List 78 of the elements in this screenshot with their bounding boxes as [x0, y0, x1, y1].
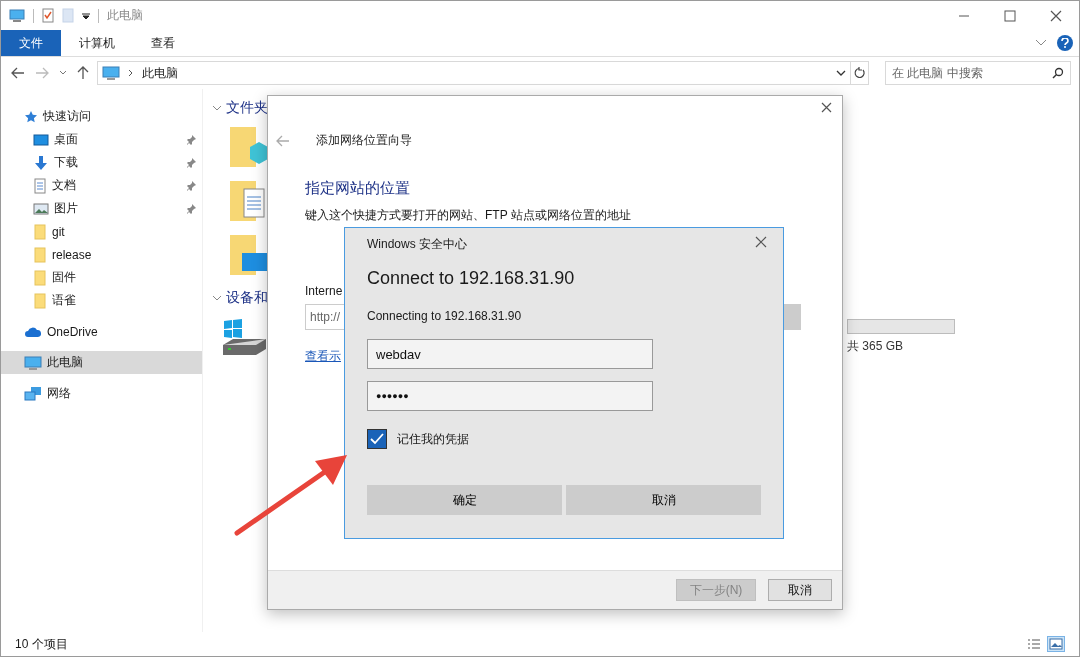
- folder-icon: [33, 223, 47, 240]
- address-path[interactable]: 此电脑: [142, 64, 178, 82]
- sidebar-item[interactable]: 桌面: [1, 128, 202, 151]
- desktop-folder-icon[interactable]: [228, 233, 268, 277]
- sidebar-item[interactable]: 快速访问: [1, 105, 202, 128]
- connection-message: Connecting to 192.168.31.90: [367, 309, 523, 323]
- search-icon[interactable]: [1052, 67, 1064, 79]
- computer-icon: [102, 65, 120, 81]
- tiles-view-button[interactable]: [1047, 636, 1065, 652]
- pin-icon[interactable]: [186, 180, 196, 191]
- sidebar-item[interactable]: 网络: [1, 382, 202, 405]
- refresh-icon[interactable]: [853, 67, 866, 79]
- ribbon-tab[interactable]: 查看: [133, 30, 193, 56]
- cloud-icon: [24, 325, 42, 338]
- username-field[interactable]: webdav: [367, 339, 653, 369]
- close-icon[interactable]: [1050, 9, 1062, 22]
- password-field[interactable]: ●●●●●●: [367, 381, 653, 411]
- dropdown-icon[interactable]: [836, 69, 846, 77]
- section-title[interactable]: 文件夹: [226, 99, 268, 117]
- sidebar-item[interactable]: 下载: [1, 151, 202, 174]
- pin-icon[interactable]: [186, 203, 196, 214]
- folder-icon: [33, 246, 47, 263]
- address-bar[interactable]: 此电脑: [97, 61, 851, 85]
- pin-icon[interactable]: [186, 157, 196, 168]
- sidebar-item[interactable]: 语雀: [1, 289, 202, 312]
- help-icon[interactable]: [1057, 35, 1073, 51]
- folder-icon: [33, 269, 47, 286]
- cancel-button[interactable]: 取消: [566, 485, 761, 515]
- details-view-button[interactable]: [1025, 636, 1043, 652]
- search-field[interactable]: 在 此电脑 中搜索: [885, 61, 1071, 85]
- instruction-text: 键入这个快捷方式要打开的网站、FTP 站点或网络位置的地址: [305, 208, 632, 222]
- cancel-button[interactable]: 取消: [768, 579, 832, 601]
- ok-button[interactable]: 确定: [367, 485, 562, 515]
- sidebar-item[interactable]: git: [1, 220, 202, 243]
- computer-icon: [24, 354, 42, 371]
- wizard-heading: 指定网站的位置: [305, 179, 411, 198]
- expand-ribbon-icon[interactable]: [1035, 39, 1047, 47]
- sidebar-item[interactable]: 固件: [1, 266, 202, 289]
- maximize-icon[interactable]: [1004, 9, 1016, 22]
- down-arrow-icon: [33, 154, 49, 171]
- sidebar-item[interactable]: 图片: [1, 197, 202, 220]
- pin-icon[interactable]: [186, 134, 196, 145]
- documents-folder-icon[interactable]: [228, 179, 268, 223]
- remember-label: 记住我的凭据: [397, 430, 469, 448]
- chevron-icon[interactable]: [212, 293, 222, 303]
- example-link[interactable]: 查看示: [305, 348, 341, 365]
- up-icon[interactable]: [77, 66, 89, 80]
- item-count: 10 个项目: [15, 635, 68, 653]
- chevron-icon[interactable]: [212, 103, 222, 113]
- back-icon[interactable]: [11, 67, 25, 79]
- address-label: Interne: [305, 284, 344, 298]
- 3d-objects-folder-icon[interactable]: [228, 125, 268, 169]
- document-icon: [33, 177, 47, 194]
- remember-checkbox[interactable]: [367, 429, 387, 449]
- drive-icon[interactable]: [222, 319, 267, 357]
- ribbon-tab[interactable]: 计算机: [61, 30, 133, 56]
- section-title[interactable]: 设备和: [226, 289, 268, 307]
- desktop-icon: [33, 132, 49, 147]
- dialog-caption: Windows 安全中心: [367, 235, 467, 253]
- window-title: 此电脑: [107, 7, 143, 24]
- star-icon: [24, 109, 38, 124]
- wizard-title: 添加网络位置向导: [316, 132, 412, 149]
- network-icon: [24, 385, 42, 402]
- chevron-down-icon[interactable]: [59, 70, 67, 76]
- refresh-button[interactable]: [851, 61, 869, 85]
- sidebar-item[interactable]: 此电脑: [1, 351, 202, 374]
- computer-icon: [9, 8, 25, 23]
- properties-icon[interactable]: [42, 8, 54, 23]
- breadcrumb-chevron-icon[interactable]: [128, 69, 134, 77]
- dropdown-icon[interactable]: [82, 11, 90, 20]
- folder-icon: [33, 292, 47, 309]
- sidebar-item[interactable]: OneDrive: [1, 320, 202, 343]
- drive-size-text: 共 365 GB: [847, 338, 905, 355]
- dialog-title: Connect to 192.168.31.90: [367, 268, 576, 289]
- ribbon-tab[interactable]: 文件: [1, 30, 61, 56]
- picture-icon: [33, 201, 49, 216]
- sidebar-item[interactable]: release: [1, 243, 202, 266]
- sidebar-item[interactable]: 文档: [1, 174, 202, 197]
